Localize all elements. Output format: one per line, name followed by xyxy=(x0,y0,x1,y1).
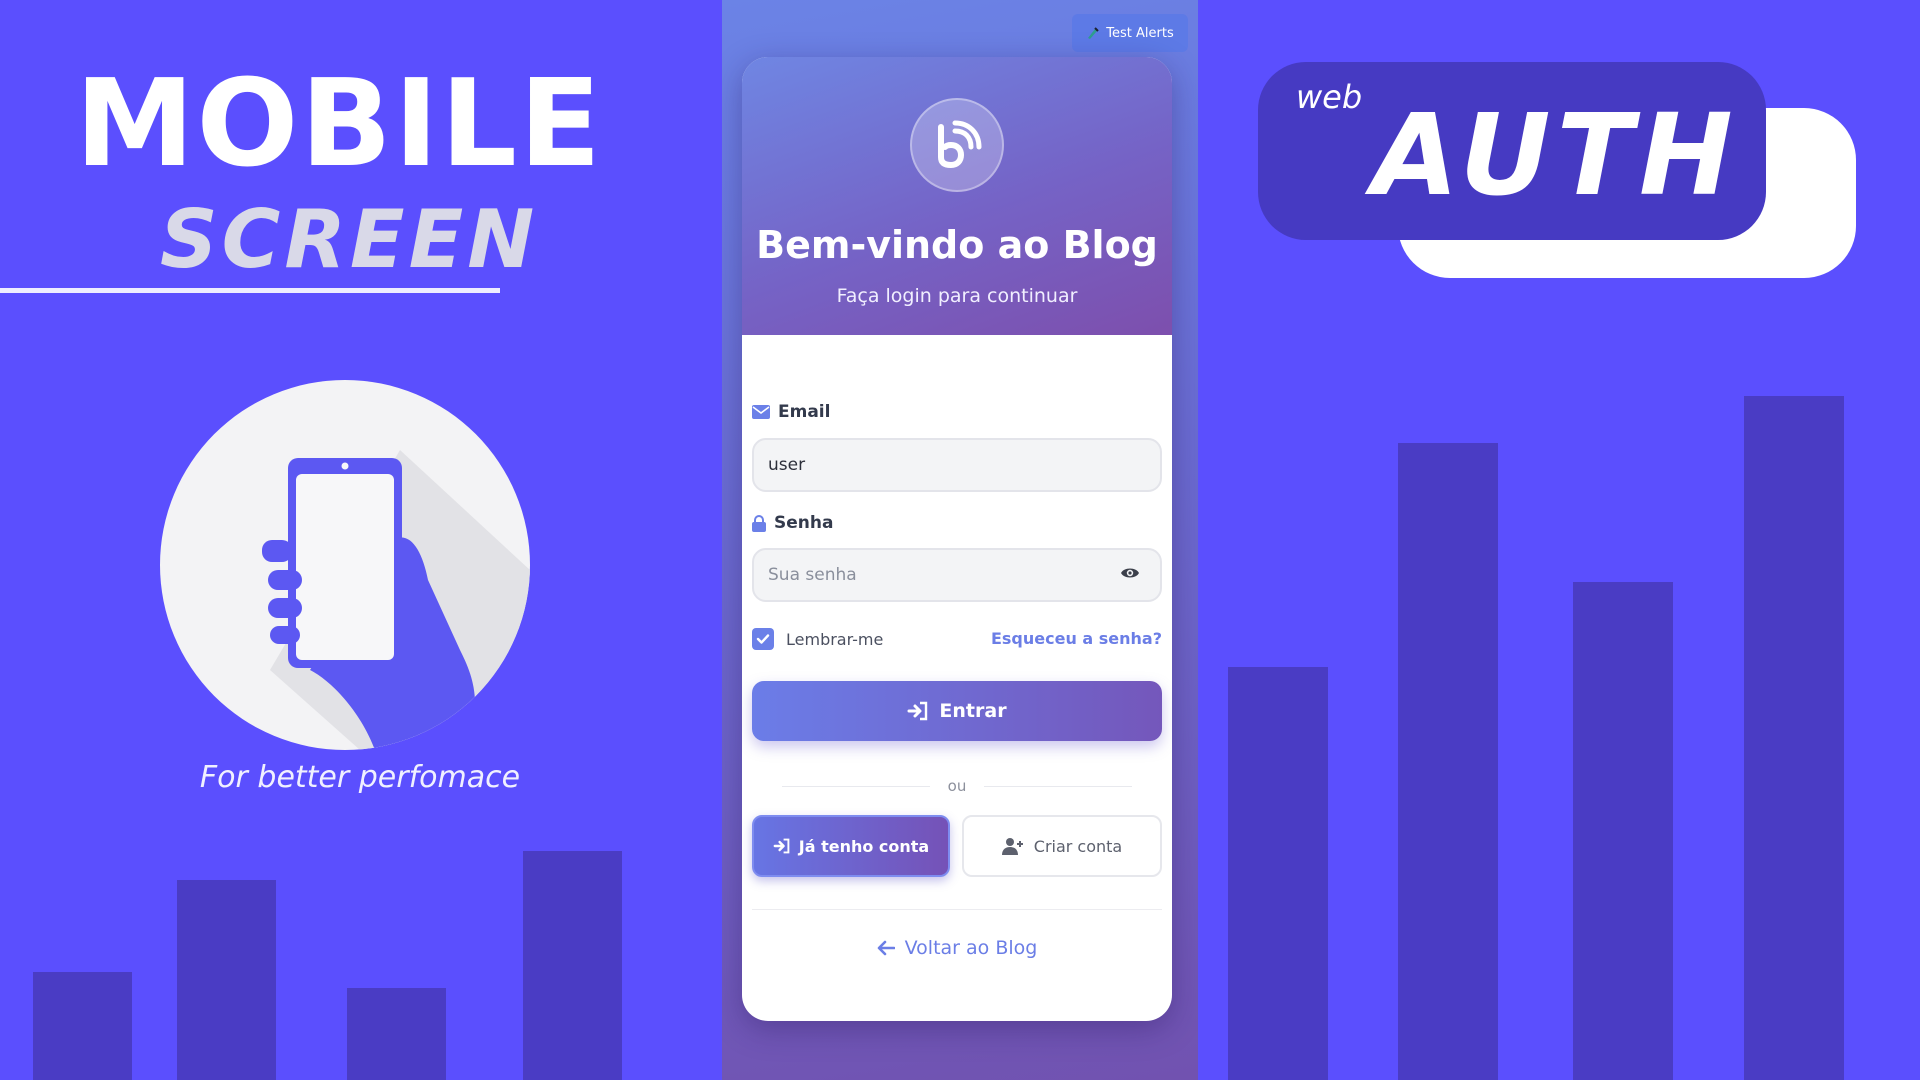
sign-in-icon xyxy=(907,701,928,721)
decor-bar-6 xyxy=(1398,443,1498,1080)
decor-bar-4 xyxy=(523,851,622,1080)
card-separator xyxy=(752,909,1162,910)
remember-checkbox[interactable] xyxy=(752,628,774,650)
decor-bar-2 xyxy=(177,880,276,1080)
back-to-blog-label: Voltar ao Blog xyxy=(904,937,1038,959)
create-account-label: Criar conta xyxy=(1033,836,1123,856)
divider-label: ou xyxy=(947,777,967,795)
remember-me[interactable]: Lembrar-me xyxy=(752,628,883,650)
envelope-icon xyxy=(752,405,770,419)
arrow-left-icon xyxy=(877,940,895,956)
mobile-login-screen: Test Alerts Bem-vindo ao Blog Faça login… xyxy=(722,0,1198,1080)
decor-bar-7 xyxy=(1573,582,1673,1080)
decor-bar-1 xyxy=(33,972,132,1080)
or-divider: ou xyxy=(782,777,1132,795)
promo-title: MOBILE xyxy=(75,55,603,194)
test-alerts-button[interactable]: Test Alerts xyxy=(1072,14,1188,52)
create-account-button[interactable]: Criar conta xyxy=(962,815,1162,877)
sign-in-icon xyxy=(773,838,790,854)
eye-icon[interactable] xyxy=(1120,566,1140,580)
password-field[interactable]: Sua senha xyxy=(752,548,1162,602)
email-label-text: Email xyxy=(778,402,831,422)
password-placeholder: Sua senha xyxy=(768,565,857,585)
page-subtitle: Faça login para continuar xyxy=(836,285,1078,307)
flask-icon xyxy=(1088,27,1099,39)
page-title: Bem-vindo ao Blog xyxy=(756,223,1158,267)
badge-auth-label: AUTH xyxy=(1372,91,1739,221)
blog-logo-icon xyxy=(910,98,1004,192)
lock-icon xyxy=(752,514,766,532)
remember-label: Lembrar-me xyxy=(786,629,884,649)
password-label: Senha xyxy=(752,513,833,533)
promo-subtitle: SCREEN xyxy=(160,193,539,286)
check-icon xyxy=(756,634,770,644)
decor-bar-8 xyxy=(1744,396,1844,1080)
phone-in-hand-illustration xyxy=(160,380,530,750)
forgot-password-link[interactable]: Esqueceu a senha? xyxy=(991,629,1162,648)
login-button-label: Entrar xyxy=(939,700,1007,722)
email-label: Email xyxy=(752,402,830,422)
back-to-blog-link[interactable]: Voltar ao Blog xyxy=(742,937,1172,959)
have-account-label: Já tenho conta xyxy=(798,836,930,856)
promo-tagline: For better perfomace xyxy=(199,760,521,795)
promo-underline xyxy=(0,288,500,293)
have-account-button[interactable]: Já tenho conta xyxy=(752,815,950,877)
badge-web-label: web xyxy=(1296,78,1363,116)
decor-bar-3 xyxy=(347,988,446,1080)
email-value: user xyxy=(768,455,806,475)
user-plus-icon xyxy=(1001,838,1023,855)
decor-bar-5 xyxy=(1228,667,1328,1080)
login-button[interactable]: Entrar xyxy=(752,681,1162,741)
test-alerts-label: Test Alerts xyxy=(1106,25,1174,41)
email-field[interactable]: user xyxy=(752,438,1162,492)
password-label-text: Senha xyxy=(774,513,834,533)
login-card: Bem-vindo ao Blog Faça login para contin… xyxy=(742,57,1172,1021)
login-header: Bem-vindo ao Blog Faça login para contin… xyxy=(742,57,1172,335)
